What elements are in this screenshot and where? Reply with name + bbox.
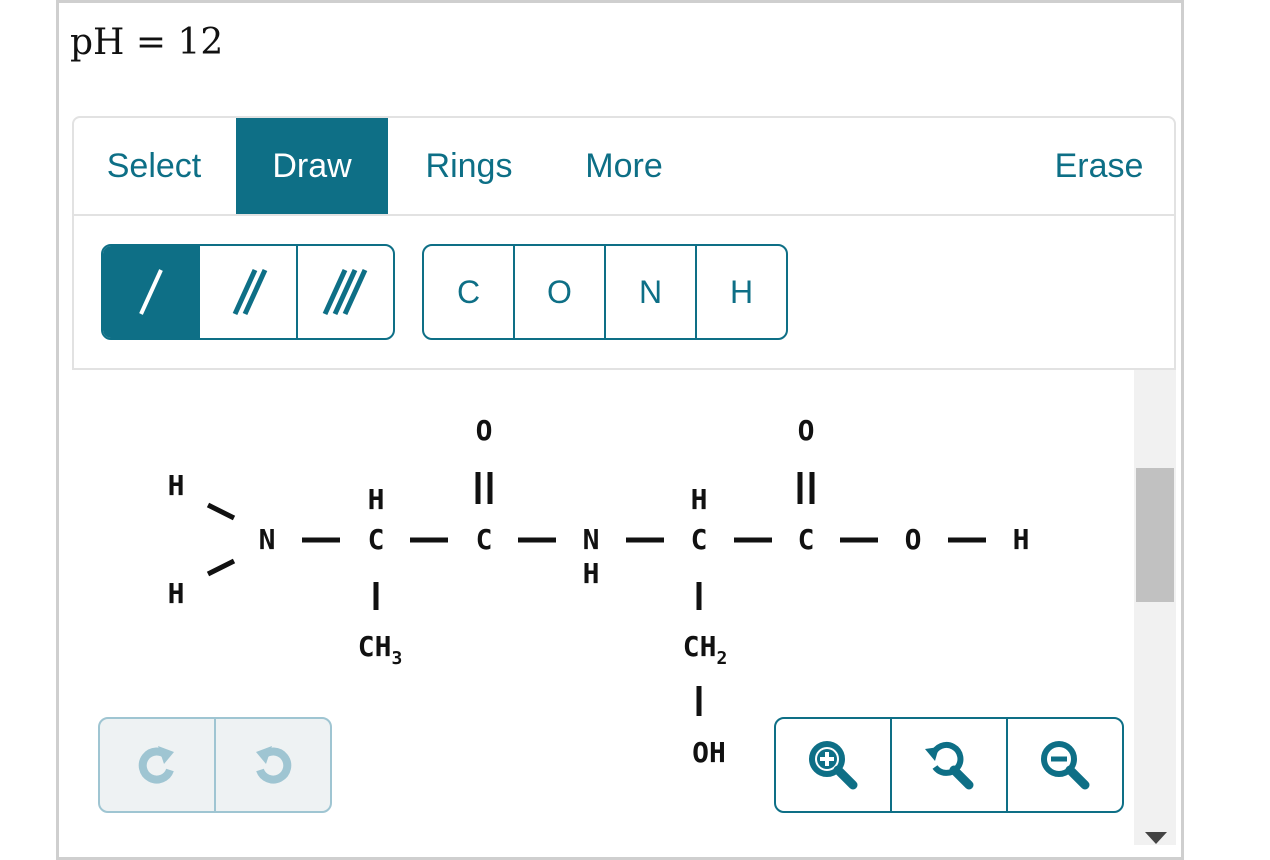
redo-button[interactable] <box>100 719 214 811</box>
atom-h-ca1: H <box>368 483 385 516</box>
bond-n1-hbottom <box>206 558 236 577</box>
element-c-button[interactable]: C <box>424 246 513 338</box>
atom-h-n2: H <box>583 557 600 590</box>
tab-erase[interactable]: Erase <box>1034 118 1164 214</box>
scrollbar-thumb[interactable] <box>1136 468 1174 602</box>
atom-o1: O <box>476 414 493 447</box>
atom-h-bottom: H <box>168 577 185 610</box>
element-tool-group: C O N H <box>422 244 788 340</box>
bond-n1-htop <box>206 502 236 521</box>
atom-h-ca2: H <box>691 483 708 516</box>
atom-ca2: C <box>691 523 708 556</box>
atom-o3: O <box>905 523 922 556</box>
element-o-button[interactable]: O <box>513 246 604 338</box>
atom-oh: OH <box>692 736 726 769</box>
atom-n2: N <box>583 523 600 556</box>
atom-n1: N <box>259 523 276 556</box>
tab-more[interactable]: More <box>564 118 684 214</box>
triple-bond-button[interactable] <box>295 246 393 338</box>
redo-icon <box>138 746 174 784</box>
zoom-in-button[interactable] <box>776 719 890 811</box>
zoom-reset-icon <box>925 741 974 790</box>
atom-ch2: CH2 <box>683 630 728 669</box>
zoom-in-icon <box>809 741 858 790</box>
single-bond-button[interactable] <box>103 246 199 338</box>
zoom-group <box>774 717 1124 813</box>
zoom-out-icon <box>1041 741 1090 790</box>
atom-o2: O <box>798 414 815 447</box>
tab-rings[interactable]: Rings <box>404 118 534 214</box>
atom-c2: C <box>798 523 815 556</box>
element-h-button[interactable]: H <box>695 246 786 338</box>
element-n-button[interactable]: N <box>604 246 695 338</box>
history-group <box>98 717 332 813</box>
canvas-scrollbar[interactable] <box>1134 370 1176 845</box>
double-bond-icon <box>232 268 268 316</box>
atom-h-end: H <box>1013 523 1030 556</box>
undo-icon <box>256 746 292 784</box>
ph-label: pH = 12 <box>70 22 224 63</box>
atom-c1: C <box>476 523 493 556</box>
tab-select[interactable]: Select <box>84 118 224 214</box>
single-bond-icon <box>138 269 163 315</box>
zoom-out-button[interactable] <box>1006 719 1122 811</box>
triple-bond-icon <box>323 268 368 316</box>
undo-button[interactable] <box>214 719 330 811</box>
atom-ca1: C <box>368 523 385 556</box>
atom-ch3: CH3 <box>358 630 403 669</box>
scroll-down-arrow-icon[interactable] <box>1145 832 1167 844</box>
zoom-reset-button[interactable] <box>890 719 1006 811</box>
double-bond-button[interactable] <box>198 246 295 338</box>
tool-tabbar: Select Draw Rings More Erase <box>72 116 1176 216</box>
bond-tool-group <box>101 244 395 340</box>
atom-h-top: H <box>168 469 185 502</box>
tab-draw[interactable]: Draw <box>236 118 388 214</box>
